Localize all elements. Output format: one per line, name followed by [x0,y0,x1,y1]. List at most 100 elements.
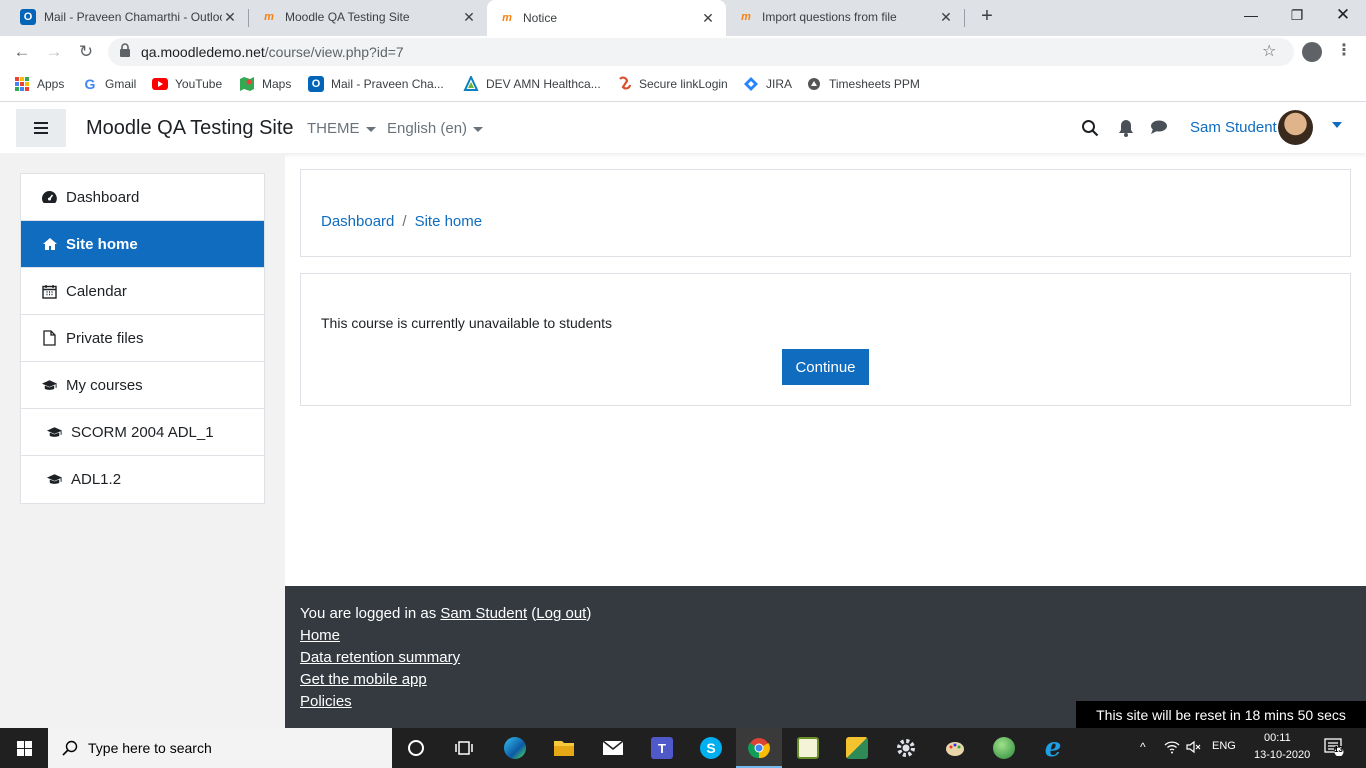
notification-center-icon[interactable]: 13 [1324,738,1344,759]
tab-title: Moodle QA Testing Site [285,10,410,24]
drawer-item-private-files[interactable]: Private files [21,315,264,362]
clock-time[interactable]: 00:11 [1264,732,1291,744]
tray-expand-icon[interactable]: ^ [1140,740,1146,754]
close-window-button[interactable]: ✕ [1320,4,1366,28]
breadcrumb-separator: / [402,213,407,230]
restore-button[interactable]: ❐ [1274,4,1320,28]
input-language[interactable]: ENG [1212,740,1236,752]
bookmark-timesheets[interactable]: Timesheets PPM [806,76,920,92]
bookmark-youtube[interactable]: YouTube [152,76,222,92]
cortana-icon[interactable] [401,733,431,763]
logout-paren-open: ( [527,605,537,622]
edge-icon[interactable] [500,733,530,763]
tab-title: Mail - Praveen Chamarthi - Outlook [44,10,222,24]
remote-app-icon[interactable] [842,733,872,763]
bookmark-secure-link[interactable]: Secure linkLogin [616,76,728,92]
file-explorer-icon[interactable] [549,733,579,763]
search-icon [62,740,78,756]
close-tab-icon[interactable]: ✕ [461,9,477,26]
chrome-icon[interactable] [744,733,774,763]
footer-policies-link[interactable]: Policies [300,693,352,710]
breadcrumb-site-home-link[interactable]: Site home [415,213,483,230]
browser-tab-outlook[interactable]: O Mail - Praveen Chamarthi - Outlook ✕ [8,0,248,34]
volume-muted-icon[interactable] [1186,740,1202,757]
notification-bell-icon[interactable] [1118,119,1136,137]
close-tab-icon[interactable]: ✕ [700,10,716,27]
bookmark-star-icon[interactable]: ☆ [1262,41,1276,61]
drawer-item-calendar[interactable]: Calendar [21,268,264,315]
mail-icon[interactable] [598,733,628,763]
drawer-item-label: ADL1.2 [71,471,122,488]
secure-link-icon [616,76,632,92]
user-menu-caret-icon[interactable] [1332,122,1342,128]
clock-date[interactable]: 13-10-2020 [1254,749,1310,761]
close-tab-icon[interactable]: ✕ [222,9,238,26]
drawer-item-my-courses[interactable]: My courses [21,362,264,409]
drawer-item-course-adl[interactable]: ADL1.2 [21,456,264,503]
breadcrumb-dashboard-link[interactable]: Dashboard [321,213,394,230]
jira-icon [743,76,759,92]
start-button[interactable] [0,728,48,768]
browser-tab-moodle[interactable]: m Moodle QA Testing Site ✕ [249,0,487,34]
bookmark-jira[interactable]: JIRA [743,76,792,92]
wifi-icon[interactable] [1164,740,1180,757]
teams-icon[interactable]: T [647,733,677,763]
forward-button[interactable]: → [42,40,66,64]
messages-icon[interactable] [1150,119,1168,137]
bookmark-apps[interactable]: Apps [14,76,64,92]
globe-app-icon[interactable] [989,733,1019,763]
drawer-item-label: My courses [66,376,143,394]
drawer-item-label: Private files [66,329,144,347]
url-path: /course/view.php?id=7 [264,44,404,60]
browser-tab-import[interactable]: m Import questions from file ✕ [726,0,964,34]
close-tab-icon[interactable]: ✕ [938,9,954,26]
language-menu[interactable]: English (en) [387,120,484,137]
new-tab-button[interactable]: + [976,5,998,29]
footer-mobile-app-link[interactable]: Get the mobile app [300,671,427,688]
footer-data-retention-link[interactable]: Data retention summary [300,649,460,666]
theme-menu[interactable]: THEME [307,120,376,137]
logout-link[interactable]: Log out [536,605,586,622]
paint-icon[interactable] [940,733,970,763]
internet-explorer-icon[interactable]: e [1038,733,1068,763]
language-menu-label: English (en) [387,120,468,137]
drawer-item-label: Calendar [66,282,127,300]
user-avatar[interactable] [1278,110,1313,145]
footer-user-link[interactable]: Sam Student [440,605,527,622]
search-icon[interactable] [1081,119,1099,137]
bookmark-label: Timesheets PPM [829,77,920,91]
drawer-item-label: Dashboard [66,188,140,206]
drawer-item-site-home[interactable]: Site home [21,221,264,268]
graduation-cap-icon [41,377,58,393]
browser-profile-icon[interactable] [1302,42,1322,62]
bookmark-maps[interactable]: Maps [239,76,291,92]
drawer-item-course-scorm[interactable]: SCORM 2004 ADL_1 [21,409,264,456]
search-placeholder: Type here to search [88,740,212,756]
footer-home-link[interactable]: Home [300,627,340,644]
url-text[interactable]: qa.moodledemo.net/course/view.php?id=7 [141,44,404,60]
back-button[interactable]: ← [10,40,34,64]
caret-down-icon [365,126,376,132]
logout-paren-close: ) [586,605,592,622]
skype-icon[interactable]: S [696,733,726,763]
drawer-item-dashboard[interactable]: Dashboard [21,174,264,221]
bookmark-gmail[interactable]: G Gmail [82,76,137,92]
browser-menu-icon[interactable]: ⋮ [1336,40,1352,60]
continue-button[interactable]: Continue [782,349,869,385]
bookmark-outlook-mail[interactable]: O Mail - Praveen Cha... [308,76,444,92]
user-menu-name[interactable]: Sam Student [1190,119,1277,136]
browser-tab-notice[interactable]: m Notice ✕ [487,0,726,36]
minimize-button[interactable]: — [1228,4,1274,28]
bookmark-amn[interactable]: DEV AMN Healthca... [463,76,601,92]
site-name-link[interactable]: Moodle QA Testing Site [86,117,294,140]
drawer-toggle-button[interactable] [16,109,66,147]
task-view-icon[interactable] [449,733,479,763]
outlook-icon: O [20,9,36,25]
tab-divider [964,9,965,27]
lock-icon[interactable] [119,43,131,57]
spreadsheet-app-icon[interactable] [793,733,823,763]
google-icon: G [84,76,96,92]
settings-gear-icon[interactable] [891,733,921,763]
taskbar-search-box[interactable]: Type here to search [48,728,392,768]
reload-button[interactable]: ↻ [74,40,98,64]
